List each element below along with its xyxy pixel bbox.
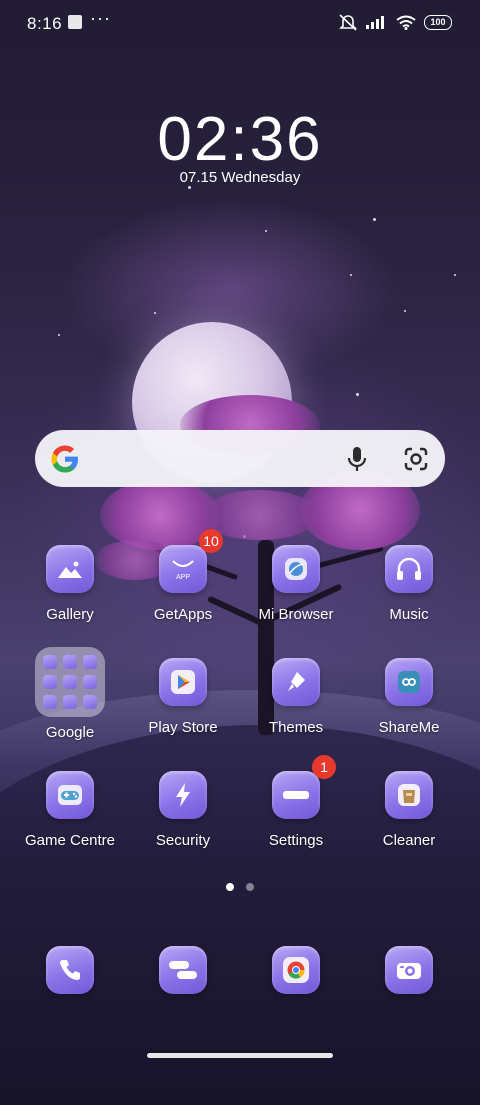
- app-cleaner[interactable]: Cleaner: [354, 771, 464, 849]
- notification-badge: 1: [312, 755, 336, 779]
- notification-badge: 10: [199, 529, 223, 553]
- app-label: Music: [389, 606, 429, 623]
- app-mi-browser[interactable]: Mi Browser: [241, 545, 351, 623]
- dock-phone[interactable]: [15, 946, 125, 994]
- app-label: Play Store: [148, 719, 218, 736]
- app-label: Settings: [268, 832, 324, 849]
- settings-icon: 1: [272, 755, 336, 819]
- battery-icon: 100: [424, 14, 452, 30]
- browser-icon: [272, 545, 320, 593]
- lens-icon[interactable]: [403, 446, 429, 472]
- folder-icon: [35, 647, 105, 717]
- app-label: Security: [155, 832, 211, 849]
- getapps-icon: APP 10: [159, 529, 223, 593]
- gallery-icon: [46, 545, 94, 593]
- app-shareme[interactable]: ShareMe: [354, 658, 464, 736]
- microphone-icon[interactable]: [345, 445, 369, 473]
- app-settings[interactable]: 1 Settings: [241, 755, 351, 849]
- headphones-icon: [385, 545, 433, 593]
- app-themes[interactable]: Themes: [241, 658, 351, 736]
- mute-icon: [339, 14, 357, 31]
- app-music[interactable]: Music: [354, 545, 464, 623]
- app-game-centre[interactable]: Game Centre: [15, 771, 125, 849]
- google-icon: [51, 445, 78, 473]
- app-label: Mi Browser: [258, 606, 334, 623]
- app-label: Cleaner: [382, 832, 436, 849]
- messages-icon: [159, 946, 207, 994]
- dock-camera[interactable]: [354, 946, 464, 994]
- svg-text:APP: APP: [176, 574, 190, 581]
- folder-google[interactable]: Google: [15, 647, 125, 741]
- wifi-icon: [396, 15, 416, 30]
- app-getapps[interactable]: APP 10 GetApps: [128, 529, 238, 623]
- app-label: Gallery: [46, 606, 94, 623]
- app-label: Game Centre: [24, 832, 116, 849]
- page-indicator: [0, 883, 480, 891]
- home-gesture-bar[interactable]: [147, 1053, 333, 1058]
- app-play-store[interactable]: Play Store: [128, 658, 238, 736]
- status-time: 8:16: [27, 14, 63, 33]
- notification-icon: [68, 15, 82, 29]
- dock-messages[interactable]: [128, 946, 238, 994]
- app-label: Google: [45, 724, 95, 741]
- app-label: ShareMe: [378, 719, 440, 736]
- brush-icon: [272, 658, 320, 706]
- gamepad-icon: [46, 771, 94, 819]
- status-bar: 8:16 ··· 100: [0, 0, 480, 48]
- clock: 02:36: [157, 105, 323, 174]
- lightning-icon: [159, 771, 207, 819]
- more-notifications-icon: ···: [90, 8, 111, 28]
- page-dot-active[interactable]: [226, 883, 234, 891]
- google-search-bar[interactable]: [35, 430, 445, 487]
- app-security[interactable]: Security: [128, 771, 238, 849]
- app-gallery[interactable]: Gallery: [15, 545, 125, 623]
- infinity-icon: [385, 658, 433, 706]
- chrome-icon: [272, 946, 320, 994]
- signal-icon: [366, 16, 384, 29]
- page-dot[interactable]: [246, 883, 254, 891]
- dock-chrome[interactable]: [241, 946, 351, 994]
- trash-icon: [385, 771, 433, 819]
- phone-icon: [46, 946, 94, 994]
- app-label: GetApps: [153, 606, 213, 623]
- play-store-icon: [159, 658, 207, 706]
- app-label: Themes: [268, 719, 324, 736]
- date: 07.15 Wednesday: [179, 169, 301, 186]
- camera-icon: [385, 946, 433, 994]
